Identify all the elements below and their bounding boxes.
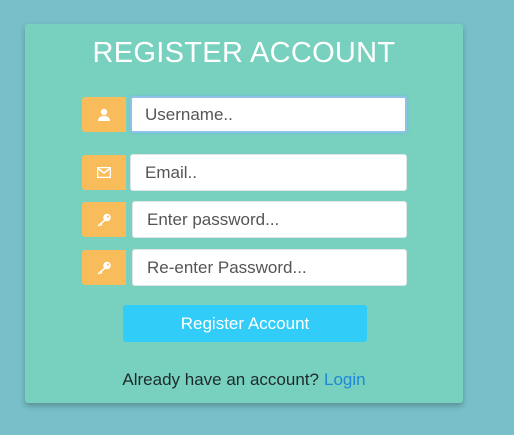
key-icon xyxy=(82,250,126,285)
email-input[interactable] xyxy=(130,154,407,191)
username-input[interactable] xyxy=(130,96,407,133)
user-icon xyxy=(82,97,126,132)
password-input[interactable] xyxy=(132,201,407,238)
page-title: REGISTER ACCOUNT xyxy=(92,37,396,69)
confirm-password-row xyxy=(82,249,407,286)
login-prompt: Already have an account? Login xyxy=(25,370,463,390)
password-row xyxy=(82,201,407,238)
login-link[interactable]: Login xyxy=(324,370,366,389)
envelope-icon xyxy=(82,155,126,190)
key-icon xyxy=(82,202,126,237)
register-account-button[interactable]: Register Account xyxy=(123,305,367,342)
confirm-password-input[interactable] xyxy=(132,249,407,286)
register-card: REGISTER ACCOUNT Username.. Email.. Regi… xyxy=(25,24,463,403)
email-row xyxy=(82,154,407,191)
login-prompt-text: Already have an account? xyxy=(122,370,319,389)
username-row xyxy=(82,96,407,133)
